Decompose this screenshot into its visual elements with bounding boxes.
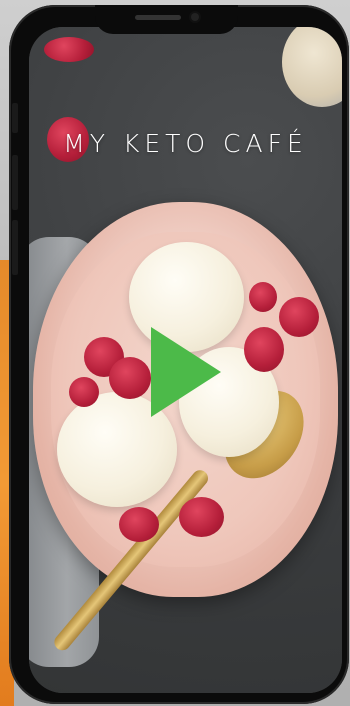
speaker-grille (135, 15, 181, 20)
raspberry (279, 297, 319, 337)
raspberry (249, 282, 277, 312)
raspberry (44, 37, 94, 62)
raspberry (69, 377, 99, 407)
phone-notch (95, 5, 238, 34)
phone-screen: MY KETO CAFÉ (29, 27, 342, 693)
raspberry (244, 327, 284, 372)
raspberry (119, 507, 159, 542)
volume-down-button (12, 220, 18, 275)
front-camera (191, 13, 199, 21)
mute-switch (12, 103, 18, 133)
raspberry (109, 357, 151, 399)
raspberry (179, 497, 224, 537)
app-title: MY KETO CAFÉ (63, 129, 308, 158)
phone-frame: MY KETO CAFÉ (9, 5, 349, 704)
volume-up-button (12, 155, 18, 210)
play-icon[interactable] (151, 327, 221, 417)
